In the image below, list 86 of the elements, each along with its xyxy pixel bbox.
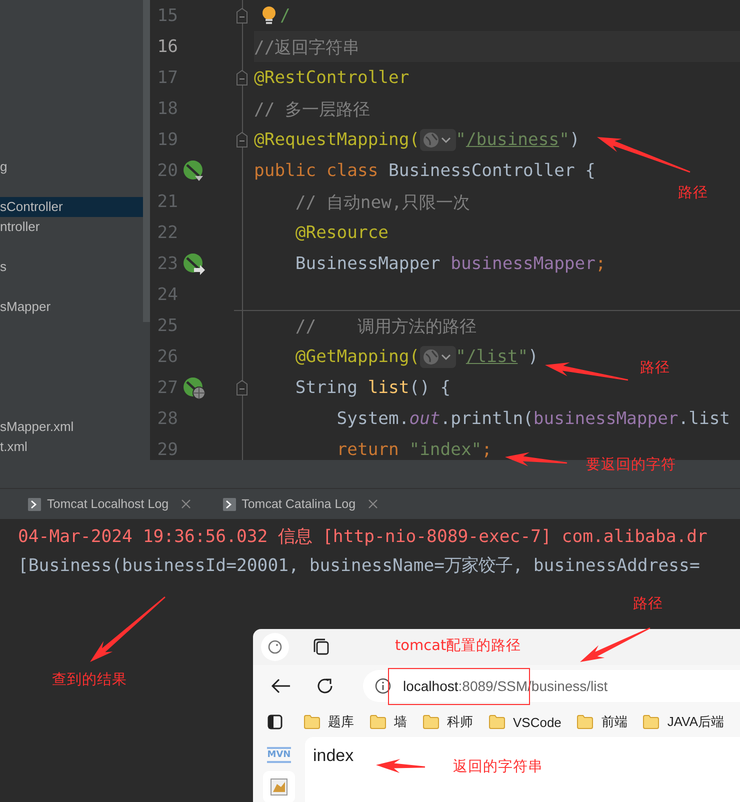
file-tree-item[interactable]: g <box>0 157 143 177</box>
code-text: "/business") <box>456 130 580 150</box>
annotation-label: tomcat配置的路径 <box>395 637 522 655</box>
line-number: 26 <box>156 346 178 366</box>
file-tree-item[interactable]: s <box>0 257 143 277</box>
folder-icon <box>488 715 505 729</box>
bookmark-folder[interactable]: 题库 <box>304 713 354 731</box>
code-text: @RestController <box>254 68 410 88</box>
code-text: BusinessMapper businessMapper; <box>295 254 606 274</box>
console-line: 04-Mar-2024 19:36:56.032 信息 [http-nio-8089-exec-7] com.alibaba.dr <box>17 526 708 549</box>
folder-icon <box>304 715 320 729</box>
line-number: 19 <box>156 130 178 150</box>
globe-dropdown-icon[interactable] <box>420 128 456 150</box>
line-number: 27 <box>156 378 178 398</box>
fold-marker-icon[interactable] <box>236 70 248 86</box>
code-text: //返回字符串 <box>254 36 360 58</box>
cat-icon <box>270 778 288 796</box>
line-number: 22 <box>156 222 178 242</box>
code-text: @GetMapping( <box>295 346 420 366</box>
bookmark-folder[interactable]: VSCode <box>488 714 562 730</box>
bulb-icon[interactable] <box>260 4 278 26</box>
bookmark-folder[interactable]: 科师 <box>422 713 473 731</box>
close-icon[interactable] <box>368 499 378 509</box>
console-icon <box>222 498 236 510</box>
code-text: return "index"; <box>336 440 492 460</box>
file-tree-item[interactable]: ntroller <box>0 217 143 237</box>
log-tab[interactable]: Tomcat Catalina Log <box>218 489 382 519</box>
back-arrow-icon[interactable] <box>271 678 291 694</box>
reload-icon[interactable] <box>316 677 334 695</box>
folder-icon <box>370 715 386 729</box>
annotation-label: 返回的字符串 <box>453 758 543 776</box>
line-number: 23 <box>156 254 178 274</box>
line-number: 28 <box>156 408 178 428</box>
code-text: @Resource <box>295 222 389 242</box>
annotation-label: 路径 <box>678 184 708 202</box>
annotation-label: 路径 <box>633 595 663 613</box>
info-icon[interactable] <box>375 678 391 694</box>
code-text: // 调用方法的路径 <box>295 316 476 338</box>
line-number: 24 <box>156 284 178 304</box>
globe-dropdown-icon[interactable] <box>420 346 456 368</box>
bookmark-folder[interactable]: JAVA后端 <box>643 713 724 731</box>
line-number: 18 <box>156 98 178 118</box>
folder-icon <box>422 715 439 729</box>
line-number: 20 <box>156 160 178 180</box>
sidebar-toggle-icon[interactable] <box>267 714 284 730</box>
code-text: // 多一层路径 <box>254 98 370 120</box>
app-tile[interactable] <box>263 771 295 802</box>
bookmark-folder[interactable]: 墙 <box>370 713 407 731</box>
folder-icon <box>643 715 660 729</box>
code-text: // 自动new,只限一次 <box>295 192 470 214</box>
close-icon[interactable] <box>180 499 191 509</box>
console-line: [Business(businessId=20001, businessName=万家饺子, businessAddress= <box>17 555 701 578</box>
code-text: @RequestMapping( <box>254 130 420 150</box>
line-number: 21 <box>156 192 178 212</box>
line-number: 15 <box>156 6 178 26</box>
profile-icon[interactable] <box>261 633 289 661</box>
console-icon <box>28 498 41 510</box>
fold-marker-icon[interactable] <box>236 380 248 396</box>
code-text: "/list") <box>456 346 538 366</box>
code-text: public class BusinessController { <box>254 160 596 180</box>
tabs-icon[interactable] <box>311 637 331 657</box>
folder-icon <box>577 715 594 729</box>
gutter-leaf-icon[interactable] <box>182 252 206 276</box>
line-number: 25 <box>156 316 178 336</box>
scrollbar-thumb[interactable] <box>143 0 150 322</box>
bookmark-folder[interactable]: 前端 <box>577 713 628 731</box>
fold-marker-icon[interactable] <box>236 8 248 24</box>
fold-marker-icon[interactable] <box>236 132 248 148</box>
code-text: System.out.println(businessMapper.list <box>336 408 730 428</box>
file-tree-item[interactable]: sMapper.xml <box>0 417 143 437</box>
line-number: 29 <box>156 440 178 460</box>
annotation-arrow <box>580 628 650 662</box>
line-number: 16 <box>156 36 178 56</box>
annotation-label: 要返回的字符 <box>586 456 676 474</box>
line-number: 17 <box>156 68 178 88</box>
file-tree-item[interactable]: t.xml <box>0 437 143 457</box>
code-text: String list() { <box>295 378 451 398</box>
file-tree-item[interactable]: sController <box>0 197 143 217</box>
code-text: / <box>280 6 290 26</box>
file-tree-item[interactable]: sMapper <box>0 297 143 317</box>
log-tab[interactable]: Tomcat Localhost Log <box>24 489 195 519</box>
annotation-label: 查到的结果 <box>52 671 127 689</box>
annotation-label: 路径 <box>640 359 670 377</box>
annotation-arrow <box>505 452 568 466</box>
gutter-leaf-icon[interactable] <box>182 158 206 182</box>
annotation-arrow <box>376 759 425 773</box>
